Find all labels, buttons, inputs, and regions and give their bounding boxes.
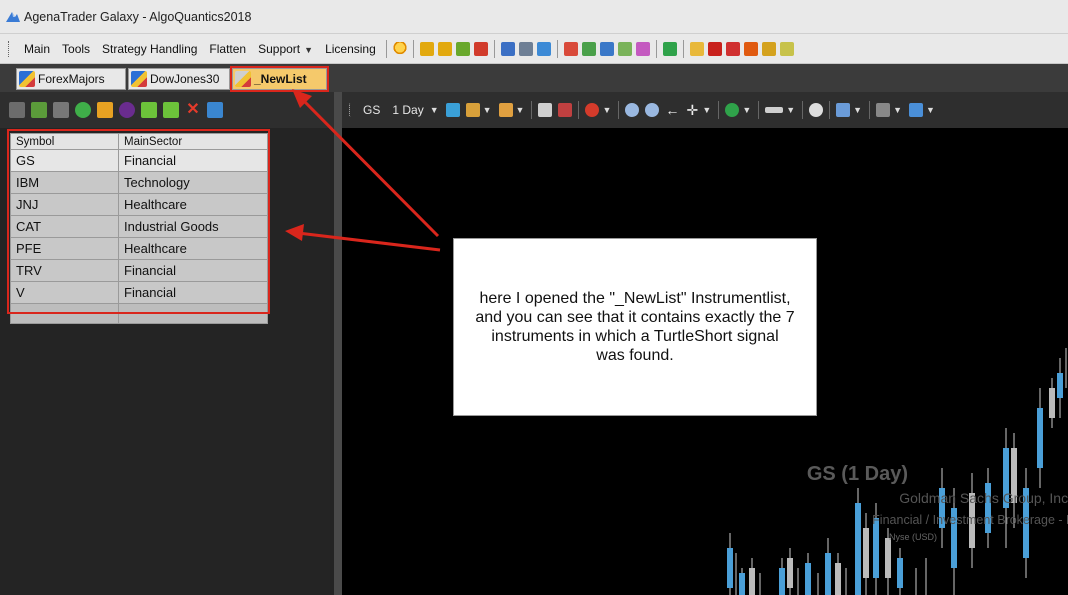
arrow-to-tab [292,89,440,238]
arrow-to-list [285,224,441,252]
annotation-arrows [285,89,441,252]
